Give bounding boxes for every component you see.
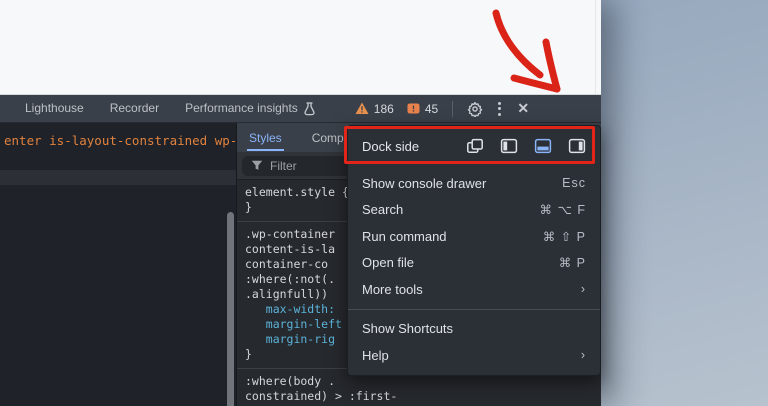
menu-item-help[interactable]: Help › xyxy=(348,342,600,369)
selected-node-row[interactable] xyxy=(0,170,236,185)
menu-item-shortcut: Esc xyxy=(562,176,586,191)
css-code-line: :where(body . xyxy=(245,374,336,388)
menu-item-open-file[interactable]: Open file ⌘ P xyxy=(348,250,600,277)
toolbar-status: 186 45 xyxy=(355,102,446,116)
annotation-red-box xyxy=(344,126,595,164)
menu-item-shortcut: ⌘ ⇧ P xyxy=(542,229,586,244)
menu-item-show-shortcuts[interactable]: Show Shortcuts xyxy=(348,316,600,343)
toolbar-tab-label: Performance insights xyxy=(185,101,298,115)
menu-item-shortcut: ⌘ P xyxy=(558,256,586,271)
kebab-menu-icon xyxy=(497,101,501,116)
gear-icon xyxy=(467,101,483,117)
dom-attribute-text[interactable]: enter is-layout-constrained wp- xyxy=(4,133,236,148)
close-icon: ✕ xyxy=(517,100,530,116)
webpage-area xyxy=(0,0,601,95)
funnel-filter-icon xyxy=(251,160,263,170)
toolbar-tab-lighthouse[interactable]: Lighthouse xyxy=(12,95,97,122)
issue-count[interactable]: 45 xyxy=(425,102,438,116)
page-scrollbar[interactable] xyxy=(595,0,596,94)
customize-menu-button[interactable] xyxy=(487,97,511,121)
issues-icon[interactable] xyxy=(407,103,420,115)
menu-item-search[interactable]: Search ⌘ ⌥ F xyxy=(348,197,600,224)
menu-item-label: Show console drawer xyxy=(362,175,487,191)
elements-panel: enter is-layout-constrained wp- xyxy=(0,123,237,406)
toolbar-tab-label: Recorder xyxy=(109,101,160,115)
toolbar-tabs: Lighthouse Recorder Performance insights xyxy=(12,95,329,122)
warning-count[interactable]: 186 xyxy=(374,102,394,116)
toolbar-tab-recorder[interactable]: Recorder xyxy=(97,95,172,122)
toolbar-tab-label: Lighthouse xyxy=(25,101,84,115)
tab-styles[interactable]: Styles xyxy=(247,124,284,152)
menu-item-label: Help xyxy=(362,347,389,363)
filter-label: Filter xyxy=(270,158,297,173)
toolbar-separator xyxy=(452,100,454,117)
toolbar-tab-performance-insights[interactable]: Performance insights xyxy=(172,95,329,122)
menu-item-label: Show Shortcuts xyxy=(362,321,454,337)
flask-icon xyxy=(304,101,315,115)
menu-item-show-console-drawer[interactable]: Show console drawer Esc xyxy=(348,170,600,197)
menu-divider xyxy=(348,308,600,310)
menu-item-more-tools[interactable]: More tools › xyxy=(348,276,600,303)
settings-gear-button[interactable] xyxy=(463,97,487,121)
warnings-icon[interactable] xyxy=(355,102,369,115)
menu-item-run-command[interactable]: Run command ⌘ ⇧ P xyxy=(348,223,600,250)
menu-items: Show console drawer Esc Search ⌘ ⌥ F Run com… xyxy=(348,164,600,369)
submenu-chevron-icon: › xyxy=(580,348,586,363)
menu-item-label: More tools xyxy=(362,281,423,297)
menu-item-shortcut: ⌘ ⌥ F xyxy=(539,203,586,218)
menu-item-label: Open file xyxy=(362,255,415,271)
elements-scrollbar-thumb[interactable] xyxy=(227,212,234,406)
css-code-line: constrained) > :first- xyxy=(245,389,398,403)
devtools-toolbar: Lighthouse Recorder Performance insights 1… xyxy=(0,95,601,123)
close-devtools-button[interactable]: ✕ xyxy=(511,97,535,121)
menu-item-label: Search xyxy=(362,202,404,218)
screenshot-root: Lighthouse Recorder Performance insights 1… xyxy=(0,0,768,406)
menu-item-label: Run command xyxy=(362,228,447,244)
submenu-chevron-icon: › xyxy=(580,282,586,297)
